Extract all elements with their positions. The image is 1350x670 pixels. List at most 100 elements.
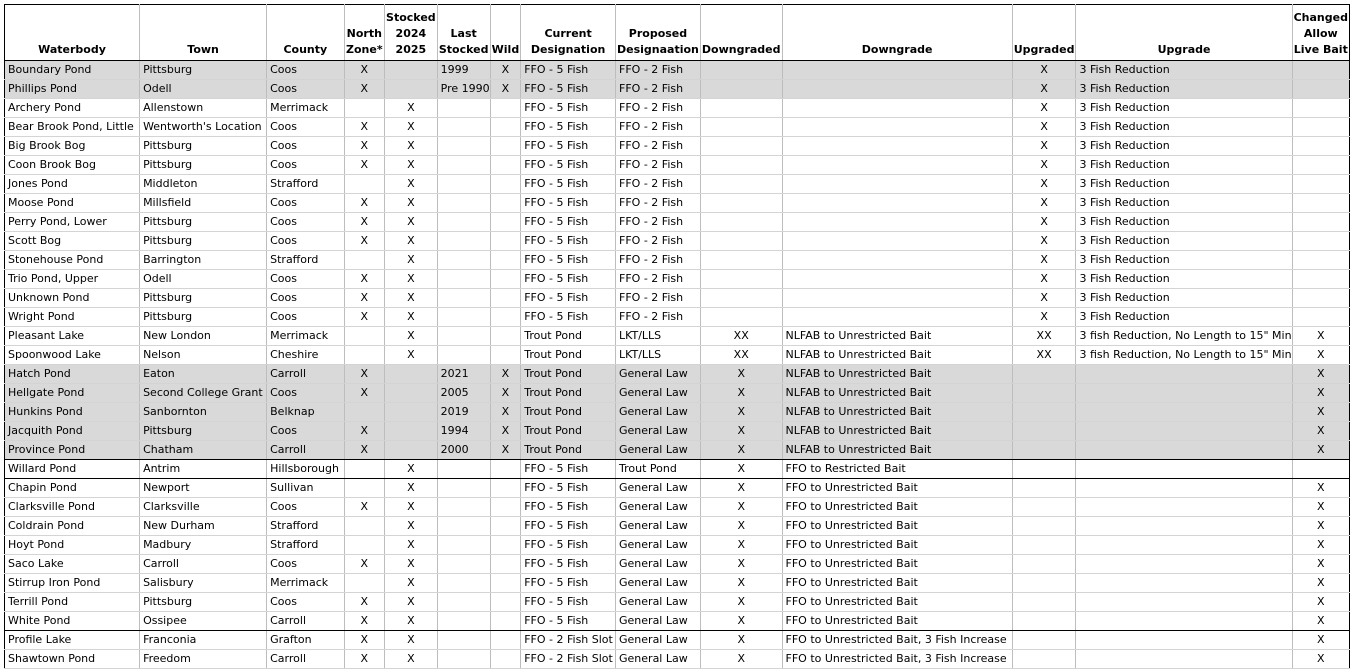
cell-town[interactable]: Barrington xyxy=(139,250,268,270)
cell-downgrade[interactable]: FFO to Unrestricted Bait xyxy=(782,554,1013,574)
cell-last-stocked[interactable] xyxy=(437,592,491,612)
cell-town[interactable]: Pittsburg xyxy=(139,592,268,612)
cell-wild[interactable] xyxy=(490,231,522,251)
cell-changed-allow-live-bait[interactable] xyxy=(1292,98,1350,118)
cell-upgrade[interactable]: 3 Fish Reduction xyxy=(1075,212,1293,232)
cell-county[interactable]: Hillsborough xyxy=(266,459,345,479)
cell-town[interactable]: Sanbornton xyxy=(139,402,268,422)
cell-upgraded[interactable]: X xyxy=(1012,155,1077,175)
cell-town[interactable]: Pittsburg xyxy=(139,136,268,156)
cell-town[interactable]: Chatham xyxy=(139,440,268,460)
cell-changed-allow-live-bait[interactable]: X xyxy=(1292,478,1350,498)
cell-upgraded[interactable]: X xyxy=(1012,288,1077,308)
cell-stocked-2024-2025[interactable] xyxy=(384,60,438,80)
cell-upgrade[interactable] xyxy=(1075,364,1293,384)
cell-stocked-2024-2025[interactable] xyxy=(384,440,438,460)
cell-last-stocked[interactable]: 2000 xyxy=(437,440,491,460)
cell-changed-allow-live-bait[interactable] xyxy=(1292,174,1350,194)
cell-stocked-2024-2025[interactable]: X xyxy=(384,250,438,270)
cell-proposed-designation[interactable]: FFO - 2 Fish xyxy=(615,136,701,156)
cell-last-stocked[interactable] xyxy=(437,345,491,365)
cell-stocked-2024-2025[interactable] xyxy=(384,421,438,441)
cell-changed-allow-live-bait[interactable]: X xyxy=(1292,573,1350,593)
cell-changed-allow-live-bait[interactable]: X xyxy=(1292,497,1350,517)
header-county[interactable]: County xyxy=(266,4,345,61)
cell-upgraded[interactable]: X xyxy=(1012,212,1077,232)
cell-wild[interactable] xyxy=(490,630,522,650)
cell-north-zone[interactable] xyxy=(344,345,386,365)
cell-downgraded[interactable] xyxy=(700,155,783,175)
cell-north-zone[interactable]: X xyxy=(344,364,386,384)
cell-waterbody[interactable]: Scott Bog xyxy=(3,231,141,251)
cell-north-zone[interactable]: X xyxy=(344,497,386,517)
cell-stocked-2024-2025[interactable]: X xyxy=(384,326,438,346)
cell-downgrade[interactable]: FFO to Unrestricted Bait xyxy=(782,573,1013,593)
cell-current-designation[interactable]: Trout Pond xyxy=(520,364,617,384)
cell-downgraded[interactable]: X xyxy=(700,611,783,631)
cell-upgraded[interactable]: X xyxy=(1012,307,1077,327)
cell-current-designation[interactable]: FFO - 5 Fish xyxy=(520,535,617,555)
cell-waterbody[interactable]: Bear Brook Pond, Little xyxy=(3,117,141,137)
cell-town[interactable]: Pittsburg xyxy=(139,155,268,175)
cell-town[interactable]: Allenstown xyxy=(139,98,268,118)
cell-current-designation[interactable]: FFO - 5 Fish xyxy=(520,459,617,479)
cell-changed-allow-live-bait[interactable]: X xyxy=(1292,326,1350,346)
cell-proposed-designation[interactable]: General Law xyxy=(615,364,701,384)
cell-downgraded[interactable] xyxy=(700,174,783,194)
cell-north-zone[interactable]: X xyxy=(344,592,386,612)
cell-downgraded[interactable] xyxy=(700,212,783,232)
cell-downgraded[interactable]: X xyxy=(700,364,783,384)
cell-downgrade[interactable]: FFO to Restricted Bait xyxy=(782,459,1013,479)
cell-downgraded[interactable] xyxy=(700,250,783,270)
cell-changed-allow-live-bait[interactable]: X xyxy=(1292,440,1350,460)
cell-last-stocked[interactable] xyxy=(437,478,491,498)
cell-last-stocked[interactable] xyxy=(437,250,491,270)
cell-north-zone[interactable] xyxy=(344,459,386,479)
cell-north-zone[interactable]: X xyxy=(344,79,386,99)
cell-north-zone[interactable]: X xyxy=(344,307,386,327)
cell-town[interactable]: Ossipee xyxy=(139,611,268,631)
cell-downgraded[interactable]: X xyxy=(700,535,783,555)
cell-county[interactable]: Coos xyxy=(266,231,345,251)
cell-last-stocked[interactable]: 2019 xyxy=(437,402,491,422)
cell-current-designation[interactable]: FFO - 5 Fish xyxy=(520,155,617,175)
cell-proposed-designation[interactable]: General Law xyxy=(615,478,701,498)
cell-proposed-designation[interactable]: General Law xyxy=(615,554,701,574)
cell-upgraded[interactable]: XX xyxy=(1012,326,1077,346)
cell-waterbody[interactable]: Unknown Pond xyxy=(3,288,141,308)
cell-north-zone[interactable]: X xyxy=(344,231,386,251)
header-downgraded[interactable]: Downgraded xyxy=(700,4,783,61)
cell-downgrade[interactable]: FFO to Unrestricted Bait xyxy=(782,611,1013,631)
cell-stocked-2024-2025[interactable]: X xyxy=(384,231,438,251)
cell-north-zone[interactable]: X xyxy=(344,383,386,403)
cell-downgraded[interactable]: XX xyxy=(700,345,783,365)
cell-stocked-2024-2025[interactable]: X xyxy=(384,516,438,536)
cell-wild[interactable] xyxy=(490,155,522,175)
cell-proposed-designation[interactable]: Trout Pond xyxy=(615,459,701,479)
cell-downgrade[interactable]: NLFAB to Unrestricted Bait xyxy=(782,345,1013,365)
cell-proposed-designation[interactable]: General Law xyxy=(615,611,701,631)
cell-county[interactable]: Coos xyxy=(266,60,345,80)
cell-changed-allow-live-bait[interactable]: X xyxy=(1292,383,1350,403)
cell-waterbody[interactable]: Shawtown Pond xyxy=(3,649,141,669)
cell-proposed-designation[interactable]: FFO - 2 Fish xyxy=(615,98,701,118)
cell-current-designation[interactable]: Trout Pond xyxy=(520,402,617,422)
cell-north-zone[interactable]: X xyxy=(344,554,386,574)
cell-upgrade[interactable] xyxy=(1075,421,1293,441)
cell-upgraded[interactable]: X xyxy=(1012,269,1077,289)
cell-proposed-designation[interactable]: General Law xyxy=(615,592,701,612)
cell-upgrade[interactable]: 3 Fish Reduction xyxy=(1075,231,1293,251)
cell-changed-allow-live-bait[interactable] xyxy=(1292,288,1350,308)
cell-wild[interactable]: X xyxy=(490,421,522,441)
cell-town[interactable]: Millsfield xyxy=(139,193,268,213)
cell-downgraded[interactable]: X xyxy=(700,421,783,441)
header-proposed-designation[interactable]: Proposed Designaation xyxy=(615,4,701,61)
cell-county[interactable]: Coos xyxy=(266,136,345,156)
cell-upgrade[interactable] xyxy=(1075,516,1293,536)
cell-waterbody[interactable]: Moose Pond xyxy=(3,193,141,213)
cell-waterbody[interactable]: Willard Pond xyxy=(3,459,141,479)
cell-stocked-2024-2025[interactable]: X xyxy=(384,345,438,365)
cell-waterbody[interactable]: Wright Pond xyxy=(3,307,141,327)
cell-wild[interactable] xyxy=(490,592,522,612)
cell-upgraded[interactable]: X xyxy=(1012,60,1077,80)
